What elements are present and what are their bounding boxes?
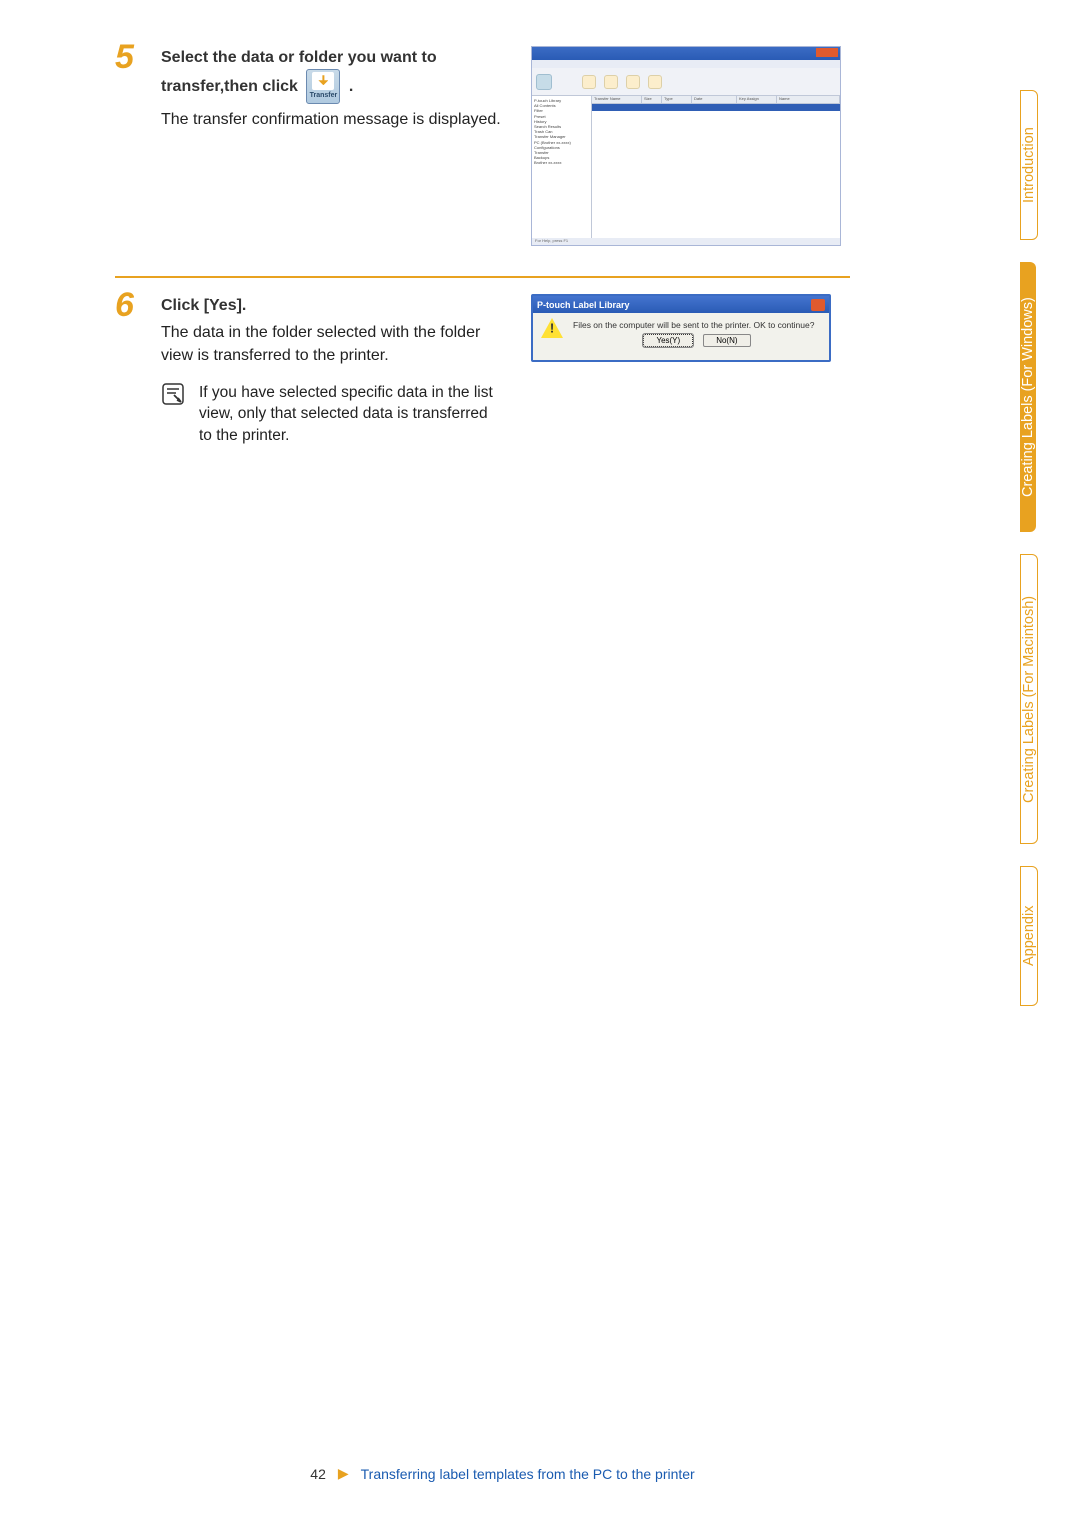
step-number-6: 6 (115, 288, 143, 322)
screenshot-toolbar (532, 68, 840, 96)
tab-introduction[interactable]: Introduction (1020, 90, 1038, 240)
step-5-content: Select the data or folder you want to tr… (161, 40, 890, 246)
step-5-text: Select the data or folder you want to tr… (161, 46, 531, 132)
col-header: Type (662, 96, 692, 103)
step-number-5: 5 (115, 40, 143, 74)
yes-button[interactable]: Yes(Y) (643, 334, 693, 347)
tab-creating-labels-windows[interactable]: Creating Labels (For Windows) (1020, 262, 1036, 532)
tab-appendix[interactable]: Appendix (1020, 866, 1038, 1006)
transfer-manager-screenshot: P-touch Library All Contents Filter Pres… (531, 46, 841, 246)
screenshot-list-panel: Transfer Name Size Type Date Key Assign … (592, 96, 840, 238)
step-5: 5 Select the data or folder you want to … (115, 40, 890, 246)
col-header: Key Assign (737, 96, 777, 103)
col-header: Transfer Name (592, 96, 642, 103)
step-6-desc: The data in the folder selected with the… (161, 321, 511, 367)
step-6-screenshot-col: P-touch Label Library Files on the compu… (531, 294, 841, 362)
tree-item: Brother xx-xxxx (534, 160, 589, 165)
step-6-title: Click [Yes]. (161, 294, 511, 317)
col-header: Size (642, 96, 662, 103)
footer-section-title[interactable]: Transferring label templates from the PC… (361, 1466, 695, 1482)
transfer-icon-label: Transfer (310, 91, 338, 101)
toolbar-icon (626, 75, 640, 89)
transfer-button-inline: Transfer (306, 69, 340, 104)
status-bar: For Help, press F1 (532, 238, 840, 245)
list-header: Transfer Name Size Type Date Key Assign … (592, 96, 840, 104)
no-button[interactable]: No(N) (703, 334, 750, 347)
dialog-buttons: Yes(Y) No(N) (573, 334, 821, 347)
screenshot-body: P-touch Library All Contents Filter Pres… (532, 96, 840, 238)
dialog-message: Files on the computer will be sent to th… (573, 320, 821, 330)
warning-icon (541, 318, 563, 338)
dialog-body: Files on the computer will be sent to th… (533, 313, 829, 349)
transfer-icon: Transfer (306, 69, 340, 104)
page-footer: 42 ▶ Transferring label templates from t… (115, 1465, 890, 1482)
screenshot-tree-panel: P-touch Library All Contents Filter Pres… (532, 96, 592, 238)
dialog-title: P-touch Label Library (537, 300, 811, 310)
toolbar-icon (648, 75, 662, 89)
selected-list-row (592, 104, 840, 111)
screenshot-titlebar (532, 47, 840, 60)
screenshot-menubar (532, 60, 840, 68)
dialog-titlebar: P-touch Label Library (533, 296, 829, 313)
transfer-arrow-icon (312, 72, 334, 90)
step-6-note-text: If you have selected specific data in th… (199, 382, 499, 447)
step-5-title-part1: Select the data or folder you want to tr… (161, 49, 437, 95)
step-6-content: Click [Yes]. The data in the folder sele… (161, 288, 890, 447)
side-navigation: Introduction Creating Labels (For Window… (1020, 90, 1058, 1028)
step-5-title-part2: . (349, 78, 353, 95)
window-controls-icon (816, 48, 838, 57)
step-divider (115, 276, 850, 278)
step-6: 6 Click [Yes]. The data in the folder se… (115, 288, 890, 447)
page-number: 42 (310, 1466, 326, 1482)
footer-arrow-icon: ▶ (338, 1465, 349, 1482)
toolbar-transfer-icon (536, 74, 552, 90)
close-icon (811, 299, 825, 311)
step-6-text: Click [Yes]. The data in the folder sele… (161, 294, 531, 447)
col-header: Name (777, 96, 840, 103)
toolbar-icon (582, 75, 596, 89)
tab-creating-labels-macintosh[interactable]: Creating Labels (For Macintosh) (1020, 554, 1038, 844)
note-icon (161, 382, 185, 406)
step-6-note: If you have selected specific data in th… (161, 382, 511, 447)
step-5-desc: The transfer confirmation message is dis… (161, 108, 511, 131)
col-header: Date (692, 96, 737, 103)
step-5-screenshot-col: P-touch Library All Contents Filter Pres… (531, 46, 841, 246)
step-5-title: Select the data or folder you want to tr… (161, 46, 511, 104)
confirmation-dialog-screenshot: P-touch Label Library Files on the compu… (531, 294, 831, 362)
toolbar-icon (604, 75, 618, 89)
